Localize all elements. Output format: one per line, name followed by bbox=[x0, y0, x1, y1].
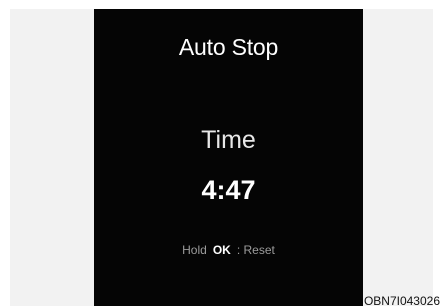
ok-button-label: OK bbox=[212, 243, 231, 257]
hint-reset-text: : Reset bbox=[236, 243, 275, 257]
time-label: Time bbox=[201, 126, 256, 154]
page: { "display": { "title": "Auto Stop", "ti… bbox=[0, 0, 443, 308]
hint-hold-text: Hold bbox=[182, 243, 207, 257]
reset-hint: Hold OK : Reset bbox=[94, 242, 363, 258]
auto-stop-display: Auto Stop Time 4:47 Hold OK : Reset bbox=[94, 9, 363, 306]
display-title: Auto Stop bbox=[178, 34, 279, 60]
time-value: 4:47 bbox=[201, 175, 256, 205]
